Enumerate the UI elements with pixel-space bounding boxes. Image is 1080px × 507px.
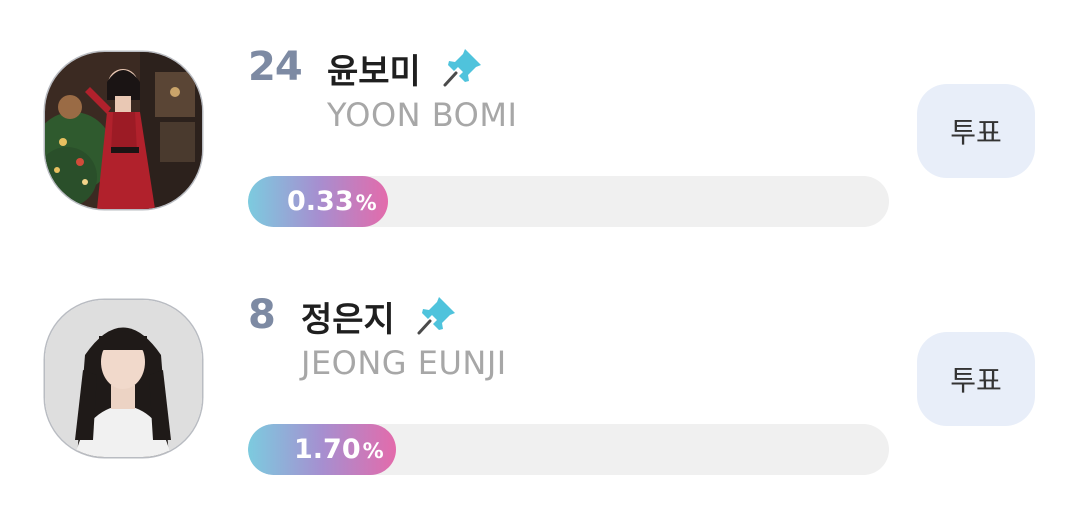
pin-icon — [417, 297, 455, 335]
vote-percentage: 0.33% — [287, 176, 377, 227]
percentage-value: 1.70 — [294, 434, 361, 465]
percentage-value: 0.33 — [287, 186, 354, 217]
vote-progress-bar: 1.70% — [248, 424, 889, 475]
rank-number: 24 — [248, 44, 303, 90]
percent-sign: % — [355, 191, 377, 215]
candidate-name-english: YOON BOMI — [327, 96, 518, 134]
candidate-name-korean: 윤보미 — [327, 52, 421, 92]
avatar — [45, 300, 202, 457]
candidate-name-korean: 정은지 — [301, 300, 395, 340]
vote-progress-bar: 0.33% — [248, 176, 889, 227]
candidate-row: 24 윤보미 YOON BOMI 0.33% 투표 — [0, 38, 1080, 238]
candidate-name-english: JEONG EUNJI — [301, 344, 507, 382]
rank-number: 8 — [248, 292, 276, 338]
vote-percentage: 1.70% — [294, 424, 384, 475]
vote-button[interactable]: 투표 — [917, 84, 1035, 178]
candidate-list: 24 윤보미 YOON BOMI 0.33% 투표 8 정은지 JEONG EU… — [0, 0, 1080, 507]
percent-sign: % — [362, 439, 384, 463]
avatar — [45, 52, 202, 209]
vote-button[interactable]: 투표 — [917, 332, 1035, 426]
pin-icon — [443, 49, 481, 87]
candidate-row: 8 정은지 JEONG EUNJI 1.70% 투표 — [0, 286, 1080, 486]
